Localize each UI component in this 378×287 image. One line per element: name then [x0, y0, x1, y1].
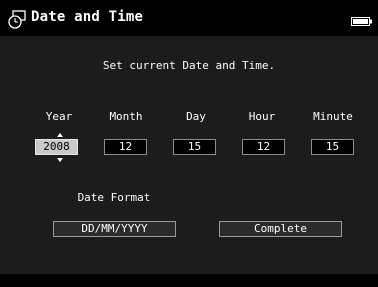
clock-icon	[8, 10, 26, 29]
bottom-bar	[0, 274, 378, 287]
year-label: Year	[45, 110, 73, 123]
month-field[interactable]: 12	[104, 139, 147, 155]
instruction-text: Set current Date and Time.	[102, 59, 276, 72]
minute-field[interactable]: 15	[311, 139, 354, 155]
page-title: Date and Time	[31, 9, 144, 25]
date-time-panel: Set current Date and Time. Year 2008 Mon…	[0, 36, 378, 274]
year-increase-arrow-icon[interactable]	[57, 133, 63, 137]
day-label: Day	[186, 110, 206, 123]
date-format-select[interactable]: DD/MM/YYYY	[53, 221, 176, 237]
minute-label: Minute	[313, 110, 353, 123]
title-bar: Date and Time	[0, 0, 378, 36]
month-label: Month	[109, 110, 143, 123]
hour-field[interactable]: 12	[242, 139, 285, 155]
year-decrease-arrow-icon[interactable]	[57, 158, 63, 162]
year-field[interactable]: 2008	[35, 139, 78, 155]
hour-label: Hour	[248, 110, 276, 123]
battery-icon	[351, 17, 372, 26]
day-field[interactable]: 15	[173, 139, 216, 155]
date-format-label: Date Format	[77, 191, 151, 204]
complete-button[interactable]: Complete	[219, 221, 342, 237]
